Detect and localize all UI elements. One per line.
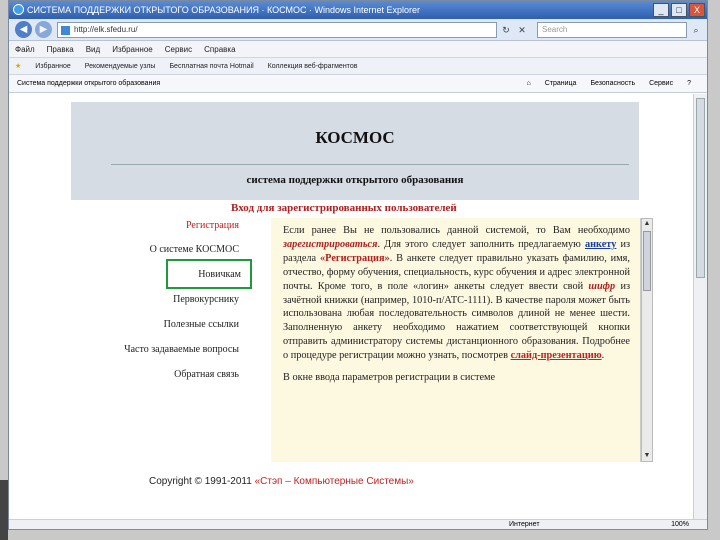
address-value: http://elk.sfedu.ru/: [74, 25, 138, 34]
command-bar: Система поддержки открытого образования …: [9, 75, 707, 93]
tab-current[interactable]: Система поддержки открытого образования: [17, 75, 160, 93]
cmd-home-icon[interactable]: ⌂: [526, 75, 530, 93]
cmd-page[interactable]: Страница: [545, 75, 577, 93]
header-divider: [111, 164, 629, 165]
stop-icon[interactable]: ✕: [515, 22, 529, 38]
favorites-button[interactable]: Избранное: [35, 58, 70, 74]
text-segment: .: [601, 350, 605, 362]
menu-favorites[interactable]: Избранное: [112, 41, 153, 57]
cmd-tools[interactable]: Сервис: [649, 75, 673, 93]
login-heading[interactable]: Вход для зарегистрированных пользователе…: [231, 202, 457, 214]
address-field[interactable]: http://elk.sfedu.ru/: [57, 22, 497, 38]
cmd-safety[interactable]: Безопасность: [590, 75, 635, 93]
text-code-emphasis: шифр: [588, 280, 616, 292]
menu-tools[interactable]: Сервис: [165, 41, 192, 57]
menu-file[interactable]: Файл: [15, 41, 35, 57]
questionnaire-link[interactable]: анкету: [585, 239, 616, 250]
nav-registration[interactable]: Регистрация: [186, 220, 239, 231]
page-icon: [61, 26, 70, 35]
content-scrollbar[interactable]: ▲ ▼: [641, 218, 653, 462]
scroll-thumb[interactable]: [643, 231, 651, 291]
fav-link-webslices[interactable]: Коллекция веб-фрагментов: [268, 58, 358, 74]
refresh-icon[interactable]: ↻: [499, 22, 513, 38]
page-viewport: КОСМОС система поддержки открытого образ…: [9, 94, 707, 521]
site-header: КОСМОС система поддержки открытого образ…: [71, 102, 639, 200]
content-panel: Если ранее Вы не пользовались данной сис…: [271, 218, 641, 462]
highlight-box: [166, 259, 252, 289]
favorites-bar: ★ Избранное Рекомендуемые узлы Бесплатна…: [9, 58, 707, 75]
scroll-up-icon[interactable]: ▲: [642, 219, 652, 229]
scroll-down-icon[interactable]: ▼: [642, 451, 652, 461]
forward-arrow-icon[interactable]: ▶: [35, 21, 52, 38]
status-bar: Интернет 100%: [9, 519, 707, 529]
browser-window: СИСТЕМА ПОДДЕРЖКИ ОТКРЫТОГО ОБРАЗОВАНИЯ …: [8, 0, 708, 530]
nav-feedback[interactable]: Обратная связь: [174, 369, 239, 380]
search-input[interactable]: Search: [537, 22, 687, 38]
menu-view[interactable]: Вид: [86, 41, 100, 57]
text-segment: Если ранее Вы не пользовались данной сис…: [283, 225, 630, 236]
footer-copyright: Copyright © 1991-2011 «Стэп – Компьютерн…: [149, 476, 414, 487]
fav-link-suggested[interactable]: Рекомендуемые узлы: [85, 58, 156, 74]
site-subtitle: система поддержки открытого образования: [246, 174, 464, 186]
address-row: ◀ ▶ http://elk.sfedu.ru/ ↻ ✕ Search ⌕: [9, 19, 707, 41]
back-arrow-icon[interactable]: ◀: [15, 21, 32, 38]
registration-instructions: Если ранее Вы не пользовались данной сис…: [271, 218, 640, 363]
zoom-level[interactable]: 100%: [671, 520, 689, 529]
site-brand: КОСМОС: [315, 128, 395, 147]
desktop-edge: [0, 480, 8, 540]
page-scrollbar[interactable]: [693, 94, 707, 521]
page-scroll-thumb[interactable]: [696, 98, 705, 278]
menu-edit[interactable]: Правка: [47, 41, 74, 57]
window-title: СИСТЕМА ПОДДЕРЖКИ ОТКРЫТОГО ОБРАЗОВАНИЯ …: [27, 5, 421, 15]
close-button[interactable]: X: [689, 3, 705, 17]
menu-bar: Файл Правка Вид Избранное Сервис Справка: [9, 41, 707, 58]
copyright-text: Copyright © 1991-2011: [149, 476, 252, 487]
company-link[interactable]: «Стэп – Компьютерные Системы»: [255, 476, 414, 487]
favorites-star-icon[interactable]: ★: [15, 58, 21, 74]
fav-link-hotmail[interactable]: Бесплатная почта Hotmail: [169, 58, 253, 74]
text-register-emphasis: зарегистрироваться: [283, 238, 378, 250]
nav-useful-links[interactable]: Полезные ссылки: [164, 319, 239, 330]
menu-help[interactable]: Справка: [204, 41, 235, 57]
search-icon[interactable]: ⌕: [689, 22, 703, 38]
title-bar: СИСТЕМА ПОДДЕРЖКИ ОТКРЫТОГО ОБРАЗОВАНИЯ …: [9, 1, 707, 19]
maximize-button[interactable]: □: [671, 3, 687, 17]
text-registration-section: «Регистрация»: [320, 252, 390, 264]
nav-first-year[interactable]: Первокурснику: [173, 294, 239, 305]
security-zone: Интернет: [509, 521, 540, 528]
text-segment: . Для этого следует заполнить предлагаем…: [377, 238, 581, 250]
nav-about[interactable]: О системе КОСМОС: [150, 244, 239, 255]
nav-faq[interactable]: Часто задаваемые вопросы: [124, 344, 239, 355]
ie-logo-icon: [13, 4, 24, 15]
help-icon[interactable]: ?: [687, 75, 691, 93]
next-paragraph: В окне ввода параметров регистрации в си…: [283, 372, 496, 384]
minimize-button[interactable]: _: [653, 3, 669, 17]
slide-presentation-link[interactable]: слайд-презентацию: [511, 350, 602, 361]
